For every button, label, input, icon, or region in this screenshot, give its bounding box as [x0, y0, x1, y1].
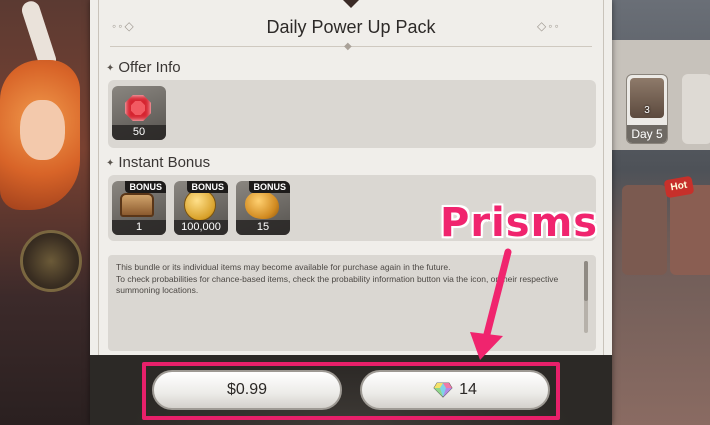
bonus-badge: BONUS: [187, 181, 228, 193]
notice-scrollbar-thumb[interactable]: [584, 261, 588, 301]
gold-ore-icon: [245, 191, 279, 219]
bonus-badge: BONUS: [125, 181, 166, 193]
item-quantity: 50: [112, 125, 166, 140]
offer-info-heading: ✦ Offer Info: [106, 59, 181, 76]
item-quantity: 1: [112, 220, 166, 235]
background-medallion: [20, 230, 82, 292]
sparkle-icon: ✦: [106, 62, 115, 74]
instant-bonus-label: Instant Bonus: [118, 154, 211, 171]
item-quantity: 15: [236, 220, 290, 235]
dialog-title: Daily Power Up Pack: [266, 17, 436, 37]
shop-card-hot[interactable]: [670, 185, 710, 275]
purchase-notice[interactable]: This bundle or its individual items may …: [108, 255, 596, 351]
title-ornament-right: ◇◦◦: [537, 19, 561, 33]
day-reward-card[interactable]: 3 Day 5: [626, 74, 668, 144]
instant-bonus-heading: ✦ Instant Bonus: [106, 154, 210, 171]
buttons-highlight-box: [142, 362, 560, 420]
day-reward-card-next[interactable]: [682, 74, 710, 144]
bonus-item-gold[interactable]: BONUS 100,000: [174, 181, 228, 235]
character-face: [20, 100, 65, 160]
notice-line-1: This bundle or its individual items may …: [116, 262, 451, 272]
item-quantity: 100,000: [174, 220, 228, 235]
bonus-badge: BONUS: [249, 181, 290, 193]
shop-card[interactable]: [622, 185, 667, 275]
notice-line-2: To check probabilities for chance-based …: [116, 273, 559, 296]
red-gem-highlight: [131, 101, 145, 115]
bonus-item-chest[interactable]: BONUS 1: [112, 181, 166, 235]
offer-items-box: 50: [108, 80, 596, 148]
prisms-annotation-label: Prisms: [440, 200, 599, 246]
offer-item-red-gem[interactable]: 50: [112, 86, 166, 140]
divider-diamond-icon: ◆: [344, 41, 352, 52]
dialog-top-ornament: [339, 0, 363, 8]
treasure-chest-icon: [120, 193, 154, 217]
notice-text: This bundle or its individual items may …: [116, 262, 578, 297]
sparkle-icon: ✦: [106, 157, 115, 169]
day-reward-count: 3: [644, 105, 650, 116]
bonus-item-ore[interactable]: BONUS 15: [236, 181, 290, 235]
offer-info-label: Offer Info: [118, 59, 181, 76]
gold-coin-icon: [184, 189, 216, 221]
day-reward-label: Day 5: [627, 125, 667, 143]
